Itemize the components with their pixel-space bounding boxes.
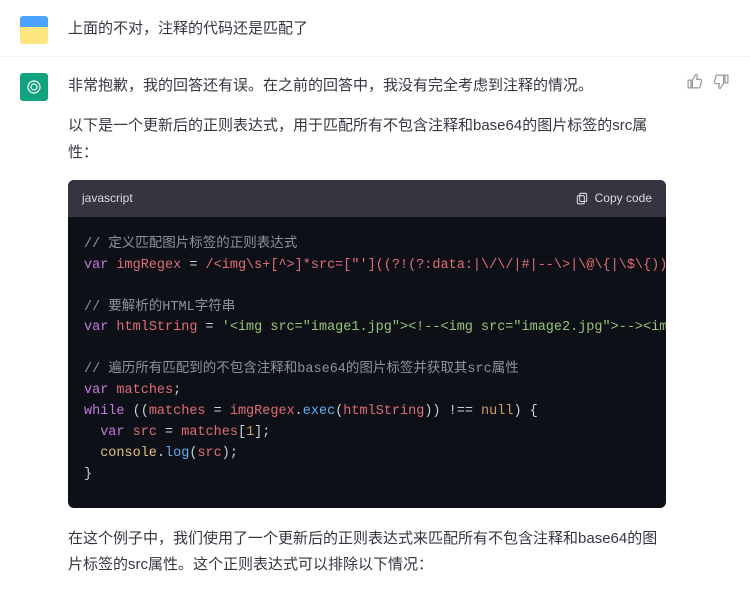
user-message-text: 上面的不对，注释的代码还是匹配了 bbox=[68, 16, 730, 42]
thumbs-up-button[interactable] bbox=[686, 73, 703, 90]
user-avatar bbox=[20, 16, 48, 44]
user-message-content: 上面的不对，注释的代码还是匹配了 bbox=[68, 16, 730, 42]
user-message-row: 上面的不对，注释的代码还是匹配了 bbox=[0, 0, 750, 57]
assistant-para-2: 以下是一个更新后的正则表达式，用于匹配所有不包含注释和base64的图片标签的s… bbox=[68, 113, 666, 166]
code-block: javascript Copy code // 定义匹配图片标签的正则表达式 v… bbox=[68, 180, 666, 508]
thumbs-down-button[interactable] bbox=[713, 73, 730, 90]
thumbs-up-icon bbox=[686, 73, 703, 90]
message-actions bbox=[686, 73, 730, 90]
assistant-para-3: 在这个例子中，我们使用了一个更新后的正则表达式来匹配所有不包含注释和base64… bbox=[68, 526, 666, 579]
openai-logo-icon bbox=[25, 78, 43, 96]
copy-code-button[interactable]: Copy code bbox=[575, 188, 652, 209]
assistant-para-1: 非常抱歉，我的回答还有误。在之前的回答中，我没有完全考虑到注释的情况。 bbox=[68, 73, 666, 99]
assistant-message-row: 非常抱歉，我的回答还有误。在之前的回答中，我没有完全考虑到注释的情况。 以下是一… bbox=[0, 57, 750, 590]
code-body[interactable]: // 定义匹配图片标签的正则表达式 var imgRegex = /<img\s… bbox=[68, 217, 666, 508]
copy-code-label: Copy code bbox=[595, 188, 652, 209]
assistant-message-content: 非常抱歉，我的回答还有误。在之前的回答中，我没有完全考虑到注释的情况。 以下是一… bbox=[68, 73, 666, 578]
clipboard-icon bbox=[575, 191, 589, 205]
assistant-avatar bbox=[20, 73, 48, 101]
code-header: javascript Copy code bbox=[68, 180, 666, 217]
thumbs-down-icon bbox=[713, 73, 730, 90]
code-language-label: javascript bbox=[82, 188, 133, 209]
